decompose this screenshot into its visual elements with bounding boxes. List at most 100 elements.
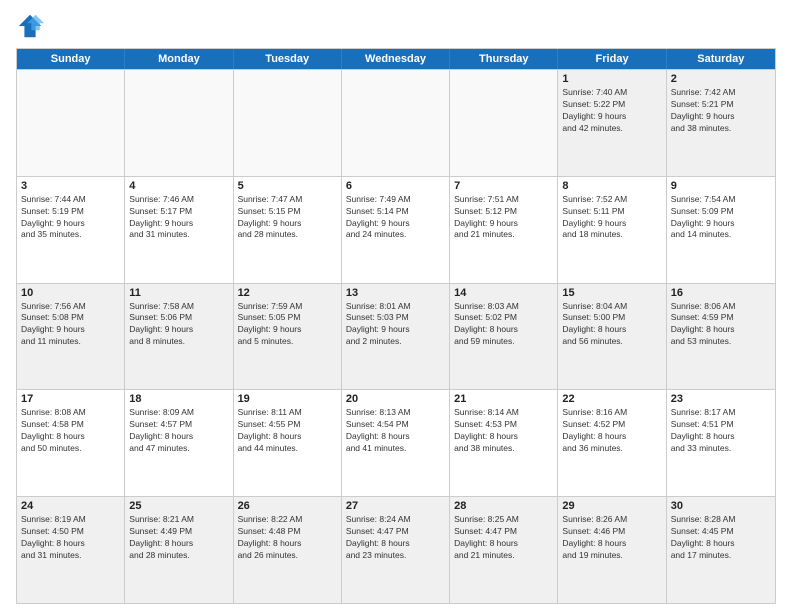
calendar-cell: 14Sunrise: 8:03 AM Sunset: 5:02 PM Dayli… (450, 284, 558, 390)
day-info: Sunrise: 8:08 AM Sunset: 4:58 PM Dayligh… (21, 407, 120, 455)
day-info: Sunrise: 8:19 AM Sunset: 4:50 PM Dayligh… (21, 514, 120, 562)
calendar-cell: 24 Sunrise: 8:19 AM Sunset: 4:50 PM Dayli… (17, 497, 125, 603)
day-number: 28 (454, 500, 553, 512)
day-number: 12 (238, 287, 337, 299)
day-info: Sunrise: 8:06 AM Sunset: 4:59 PM Dayligh… (671, 301, 771, 349)
day-info: Sunrise: 7:58 AM Sunset: 5:06 PM Dayligh… (129, 301, 228, 349)
calendar-cell: 6 Sunrise: 7:49 AM Sunset: 5:14 PM Daylig… (342, 177, 450, 283)
day-info: Sunrise: 7:59 AM Sunset: 5:05 PM Dayligh… (238, 301, 337, 349)
day-info: Sunrise: 8:17 AM Sunset: 4:51 PM Dayligh… (671, 407, 771, 455)
calendar-cell: 10 Sunrise: 7:56 AM Sunset: 5:08 PM Dayli… (17, 284, 125, 390)
day-info: Sunrise: 8:04 AM Sunset: 5:00 PM Dayligh… (562, 301, 661, 349)
day-number: 29 (562, 500, 661, 512)
day-info: Sunrise: 8:16 AM Sunset: 4:52 PM Dayligh… (562, 407, 661, 455)
calendar-row-1: 1Sunrise: 7:40 AM Sunset: 5:22 PM Daylig… (17, 69, 775, 176)
day-info: Sunrise: 8:28 AM Sunset: 4:45 PM Dayligh… (671, 514, 771, 562)
calendar-cell (450, 70, 558, 176)
day-info: Sunrise: 7:49 AM Sunset: 5:14 PM Dayligh… (346, 194, 445, 242)
calendar-row-3: 10 Sunrise: 7:56 AM Sunset: 5:08 PM Dayli… (17, 283, 775, 390)
day-info: Sunrise: 8:11 AM Sunset: 4:55 PM Dayligh… (238, 407, 337, 455)
calendar-row-2: 3 Sunrise: 7:44 AM Sunset: 5:19 PM Daylig… (17, 176, 775, 283)
calendar-cell: 12 Sunrise: 7:59 AM Sunset: 5:05 PM Dayli… (234, 284, 342, 390)
calendar-header: SundayMondayTuesdayWednesdayThursdayFrid… (17, 49, 775, 69)
header-day-wednesday: Wednesday (342, 49, 450, 69)
day-number: 22 (562, 393, 661, 405)
calendar: SundayMondayTuesdayWednesdayThursdayFrid… (16, 48, 776, 604)
day-info: Sunrise: 8:21 AM Sunset: 4:49 PM Dayligh… (129, 514, 228, 562)
day-info: Sunrise: 7:40 AM Sunset: 5:22 PM Dayligh… (562, 87, 661, 135)
day-number: 16 (671, 287, 771, 299)
day-info: Sunrise: 7:56 AM Sunset: 5:08 PM Dayligh… (21, 301, 120, 349)
header-day-saturday: Saturday (667, 49, 775, 69)
calendar-cell: 28 Sunrise: 8:25 AM Sunset: 4:47 PM Dayli… (450, 497, 558, 603)
calendar-cell: 17 Sunrise: 8:08 AM Sunset: 4:58 PM Dayli… (17, 390, 125, 496)
calendar-row-4: 17 Sunrise: 8:08 AM Sunset: 4:58 PM Dayli… (17, 389, 775, 496)
day-number: 14 (454, 287, 553, 299)
day-info: Sunrise: 7:54 AM Sunset: 5:09 PM Dayligh… (671, 194, 771, 242)
day-number: 25 (129, 500, 228, 512)
header (16, 12, 776, 40)
day-number: 15 (562, 287, 661, 299)
day-info: Sunrise: 8:24 AM Sunset: 4:47 PM Dayligh… (346, 514, 445, 562)
day-number: 20 (346, 393, 445, 405)
calendar-cell: 1Sunrise: 7:40 AM Sunset: 5:22 PM Daylig… (558, 70, 666, 176)
day-number: 10 (21, 287, 120, 299)
day-info: Sunrise: 8:26 AM Sunset: 4:46 PM Dayligh… (562, 514, 661, 562)
calendar-cell: 18 Sunrise: 8:09 AM Sunset: 4:57 PM Dayli… (125, 390, 233, 496)
day-number: 30 (671, 500, 771, 512)
calendar-cell (17, 70, 125, 176)
calendar-cell: 16 Sunrise: 8:06 AM Sunset: 4:59 PM Dayli… (667, 284, 775, 390)
day-number: 18 (129, 393, 228, 405)
logo (16, 12, 48, 40)
calendar-cell: 15 Sunrise: 8:04 AM Sunset: 5:00 PM Dayli… (558, 284, 666, 390)
day-number: 17 (21, 393, 120, 405)
day-number: 13 (346, 287, 445, 299)
day-number: 26 (238, 500, 337, 512)
day-info: Sunrise: 7:46 AM Sunset: 5:17 PM Dayligh… (129, 194, 228, 242)
day-info: Sunrise: 7:51 AM Sunset: 5:12 PM Dayligh… (454, 194, 553, 242)
calendar-cell: 25 Sunrise: 8:21 AM Sunset: 4:49 PM Dayli… (125, 497, 233, 603)
day-info: Sunrise: 8:25 AM Sunset: 4:47 PM Dayligh… (454, 514, 553, 562)
calendar-body: 1Sunrise: 7:40 AM Sunset: 5:22 PM Daylig… (17, 69, 775, 603)
header-day-tuesday: Tuesday (234, 49, 342, 69)
day-info: Sunrise: 7:52 AM Sunset: 5:11 PM Dayligh… (562, 194, 661, 242)
header-day-thursday: Thursday (450, 49, 558, 69)
calendar-cell: 4Sunrise: 7:46 AM Sunset: 5:17 PM Daylig… (125, 177, 233, 283)
calendar-cell: 2Sunrise: 7:42 AM Sunset: 5:21 PM Daylig… (667, 70, 775, 176)
day-number: 23 (671, 393, 771, 405)
calendar-cell (234, 70, 342, 176)
day-number: 3 (21, 180, 120, 192)
day-number: 21 (454, 393, 553, 405)
day-number: 11 (129, 287, 228, 299)
calendar-cell: 19 Sunrise: 8:11 AM Sunset: 4:55 PM Dayli… (234, 390, 342, 496)
calendar-row-5: 24 Sunrise: 8:19 AM Sunset: 4:50 PM Dayli… (17, 496, 775, 603)
header-day-monday: Monday (125, 49, 233, 69)
day-info: Sunrise: 7:47 AM Sunset: 5:15 PM Dayligh… (238, 194, 337, 242)
day-number: 2 (671, 73, 771, 85)
calendar-cell: 21 Sunrise: 8:14 AM Sunset: 4:53 PM Dayli… (450, 390, 558, 496)
day-info: Sunrise: 8:09 AM Sunset: 4:57 PM Dayligh… (129, 407, 228, 455)
calendar-cell: 23 Sunrise: 8:17 AM Sunset: 4:51 PM Dayli… (667, 390, 775, 496)
day-number: 24 (21, 500, 120, 512)
calendar-cell: 7 Sunrise: 7:51 AM Sunset: 5:12 PM Daylig… (450, 177, 558, 283)
day-number: 27 (346, 500, 445, 512)
header-day-friday: Friday (558, 49, 666, 69)
calendar-cell: 26Sunrise: 8:22 AM Sunset: 4:48 PM Dayli… (234, 497, 342, 603)
calendar-cell: 22 Sunrise: 8:16 AM Sunset: 4:52 PM Dayli… (558, 390, 666, 496)
day-number: 8 (562, 180, 661, 192)
day-info: Sunrise: 8:13 AM Sunset: 4:54 PM Dayligh… (346, 407, 445, 455)
calendar-cell: 3 Sunrise: 7:44 AM Sunset: 5:19 PM Daylig… (17, 177, 125, 283)
day-info: Sunrise: 7:44 AM Sunset: 5:19 PM Dayligh… (21, 194, 120, 242)
day-number: 6 (346, 180, 445, 192)
calendar-cell (125, 70, 233, 176)
calendar-cell: 9Sunrise: 7:54 AM Sunset: 5:09 PM Daylig… (667, 177, 775, 283)
calendar-cell: 27 Sunrise: 8:24 AM Sunset: 4:47 PM Dayli… (342, 497, 450, 603)
calendar-cell: 8 Sunrise: 7:52 AM Sunset: 5:11 PM Daylig… (558, 177, 666, 283)
calendar-cell: 30 Sunrise: 8:28 AM Sunset: 4:45 PM Dayli… (667, 497, 775, 603)
calendar-cell: 13Sunrise: 8:01 AM Sunset: 5:03 PM Dayli… (342, 284, 450, 390)
day-number: 7 (454, 180, 553, 192)
calendar-cell: 5Sunrise: 7:47 AM Sunset: 5:15 PM Daylig… (234, 177, 342, 283)
day-number: 19 (238, 393, 337, 405)
day-info: Sunrise: 8:14 AM Sunset: 4:53 PM Dayligh… (454, 407, 553, 455)
calendar-cell: 11 Sunrise: 7:58 AM Sunset: 5:06 PM Dayli… (125, 284, 233, 390)
